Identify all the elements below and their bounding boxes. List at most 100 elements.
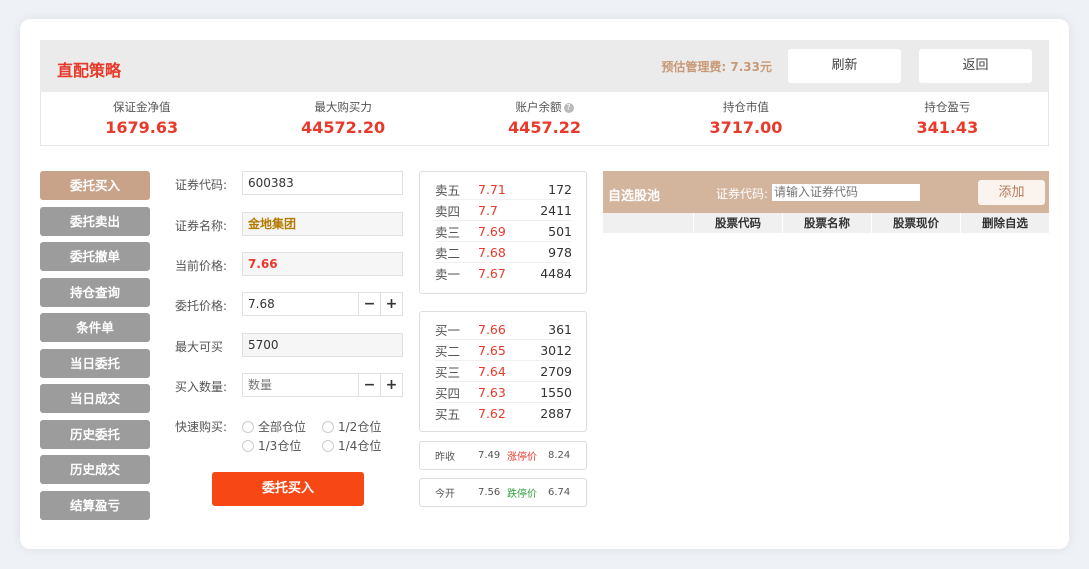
book-price[interactable]: 7.71 <box>470 182 520 197</box>
book-level: 卖四 <box>435 204 461 219</box>
limit-up-label: 涨停价 <box>507 452 537 463</box>
side-nav: 委托买入 委托卖出 委托撤单 持仓查询 条件单 当日委托 当日成交 历史委托 历… <box>40 171 150 526</box>
radio-circle <box>242 420 254 433</box>
stat-value: 3717.00 <box>709 118 783 137</box>
help-icon[interactable]: ? <box>563 102 574 113</box>
column-header: 股票代码 <box>693 213 782 233</box>
book-row: 买二 7.65 3012 <box>420 340 586 361</box>
minus-button[interactable]: − <box>358 374 380 396</box>
radio-third[interactable]: 1/3仓位 <box>242 437 301 454</box>
nav-today-orders[interactable]: 当日委托 <box>40 348 150 378</box>
stat-value: 1679.63 <box>105 118 179 137</box>
name-field: 金地集团 <box>242 212 403 236</box>
qty-input[interactable]: 数量 <box>243 374 358 396</box>
row-name: 证券名称: 金地集团 <box>175 212 405 236</box>
nav-positions[interactable]: 持仓查询 <box>40 277 150 307</box>
radio-full[interactable]: 全部仓位 <box>242 418 306 435</box>
watchlist-table-header: 股票代码 股票名称 股票现价 删除自选 <box>603 213 1049 233</box>
code-label: 证券代码: <box>175 178 228 192</box>
row-max: 最大可买 5700 <box>175 333 405 357</box>
nav-settlement-pnl[interactable]: 结算盈亏 <box>40 490 150 520</box>
stat-account-balance: 账户余额? 4457.22 <box>444 92 645 145</box>
row-code: 证券代码: 600383 <box>175 171 405 195</box>
submit-buy-button[interactable]: 委托买入 <box>212 472 364 506</box>
fee-value: 7.33元 <box>730 60 772 74</box>
stat-value: 341.43 <box>916 118 979 137</box>
radio-circle <box>322 420 334 433</box>
book-volume: 2709 <box>540 364 572 379</box>
price-label: 当前价格: <box>175 259 228 273</box>
book-row: 买四 7.63 1550 <box>420 382 586 403</box>
book-row: 买一 7.66 361 <box>420 319 586 340</box>
max-buy-field: 5700 <box>242 333 403 357</box>
buy-order-book: 买一 7.66 361 买二 7.65 3012 买三 7.64 2709 买四 7.63 15… <box>419 311 587 432</box>
add-button[interactable]: 添加 <box>978 180 1045 205</box>
row-price: 当前价格: 7.66 <box>175 252 405 276</box>
page-title: 直配策略 <box>57 61 122 80</box>
stat-position-pnl: 持仓盈亏 341.43 <box>847 92 1048 145</box>
book-price[interactable]: 7.66 <box>470 322 520 337</box>
book-level: 买二 <box>435 344 461 359</box>
radio-quarter[interactable]: 1/4仓位 <box>322 437 381 454</box>
stat-value: 4457.22 <box>508 118 581 137</box>
qty-label: 买入数量: <box>175 380 228 394</box>
nav-entrust-sell[interactable]: 委托卖出 <box>40 206 150 236</box>
watchlist-title: 自选股池 <box>608 189 661 204</box>
book-volume: 172 <box>548 182 572 197</box>
nav-entrust-buy[interactable]: 委托买入 <box>40 171 150 200</box>
minus-button[interactable]: − <box>358 293 380 315</box>
book-level: 卖五 <box>435 183 461 198</box>
book-price[interactable]: 7.62 <box>470 406 520 421</box>
fee-label: 预估管理费: <box>661 60 727 74</box>
back-button[interactable]: 返回 <box>919 49 1032 83</box>
book-price[interactable]: 7.64 <box>470 364 520 379</box>
sell-order-book: 卖五 7.71 172 卖四 7.7 2411 卖三 7.69 501 卖二 7.68 978 … <box>419 171 587 294</box>
nav-conditional-orders[interactable]: 条件单 <box>40 313 150 342</box>
open-label: 今开 <box>435 489 455 500</box>
stat-position-value: 持仓市值 3717.00 <box>645 92 846 145</box>
refresh-button[interactable]: 刷新 <box>788 49 901 83</box>
book-level: 买四 <box>435 386 461 401</box>
radio-label: 1/3仓位 <box>258 439 302 453</box>
book-volume: 2887 <box>540 406 572 421</box>
book-level: 卖一 <box>435 267 461 282</box>
book-level: 卖三 <box>435 225 461 240</box>
limit-down-label: 跌停价 <box>507 489 537 500</box>
nav-today-trades[interactable]: 当日成交 <box>40 384 150 413</box>
book-row: 卖一 7.67 4484 <box>420 263 586 284</box>
book-volume: 2411 <box>540 203 572 218</box>
page-header: 直配策略 预估管理费: 7.33元 刷新 返回 <box>40 40 1049 92</box>
radio-label: 全部仓位 <box>258 420 307 434</box>
book-level: 买三 <box>435 365 461 380</box>
current-price-field: 7.66 <box>242 252 403 276</box>
book-volume: 3012 <box>540 343 572 358</box>
watchlist-code-input[interactable] <box>772 184 920 201</box>
plus-button[interactable]: + <box>380 293 402 315</box>
column-header: 股票现价 <box>871 213 960 233</box>
book-row: 卖五 7.71 172 <box>420 179 586 200</box>
nav-cancel-order[interactable]: 委托撤单 <box>40 242 150 271</box>
book-price[interactable]: 7.7 <box>470 203 520 218</box>
stat-label: 保证金净值 <box>112 100 171 114</box>
qty-stepper: 数量 − + <box>242 373 403 397</box>
book-price[interactable]: 7.63 <box>470 385 520 400</box>
stat-label: 持仓盈亏 <box>924 100 971 114</box>
nav-history-orders[interactable]: 历史委托 <box>40 419 150 449</box>
order-price-stepper: 7.68 − + <box>242 292 403 316</box>
book-price[interactable]: 7.67 <box>470 266 520 281</box>
stat-label: 最大购买力 <box>314 100 372 114</box>
book-price[interactable]: 7.69 <box>470 224 520 239</box>
nav-history-trades[interactable]: 历史成交 <box>40 455 150 484</box>
account-stats: 保证金净值 1679.63 最大购买力 44572.20 账户余额? 4457.… <box>40 92 1049 146</box>
book-price[interactable]: 7.65 <box>470 343 520 358</box>
book-level: 买一 <box>435 323 461 338</box>
plus-button[interactable]: + <box>380 374 402 396</box>
open-value: 7.56 <box>478 487 501 498</box>
watchlist-toolbar: 自选股池 证券代码: 添加 <box>603 171 1049 213</box>
code-input[interactable]: 600383 <box>242 171 403 195</box>
book-price[interactable]: 7.68 <box>470 245 520 260</box>
book-row: 卖四 7.7 2411 <box>420 200 586 221</box>
book-volume: 361 <box>548 322 572 337</box>
radio-half[interactable]: 1/2仓位 <box>322 418 381 435</box>
order-price-input[interactable]: 7.68 <box>243 293 358 315</box>
